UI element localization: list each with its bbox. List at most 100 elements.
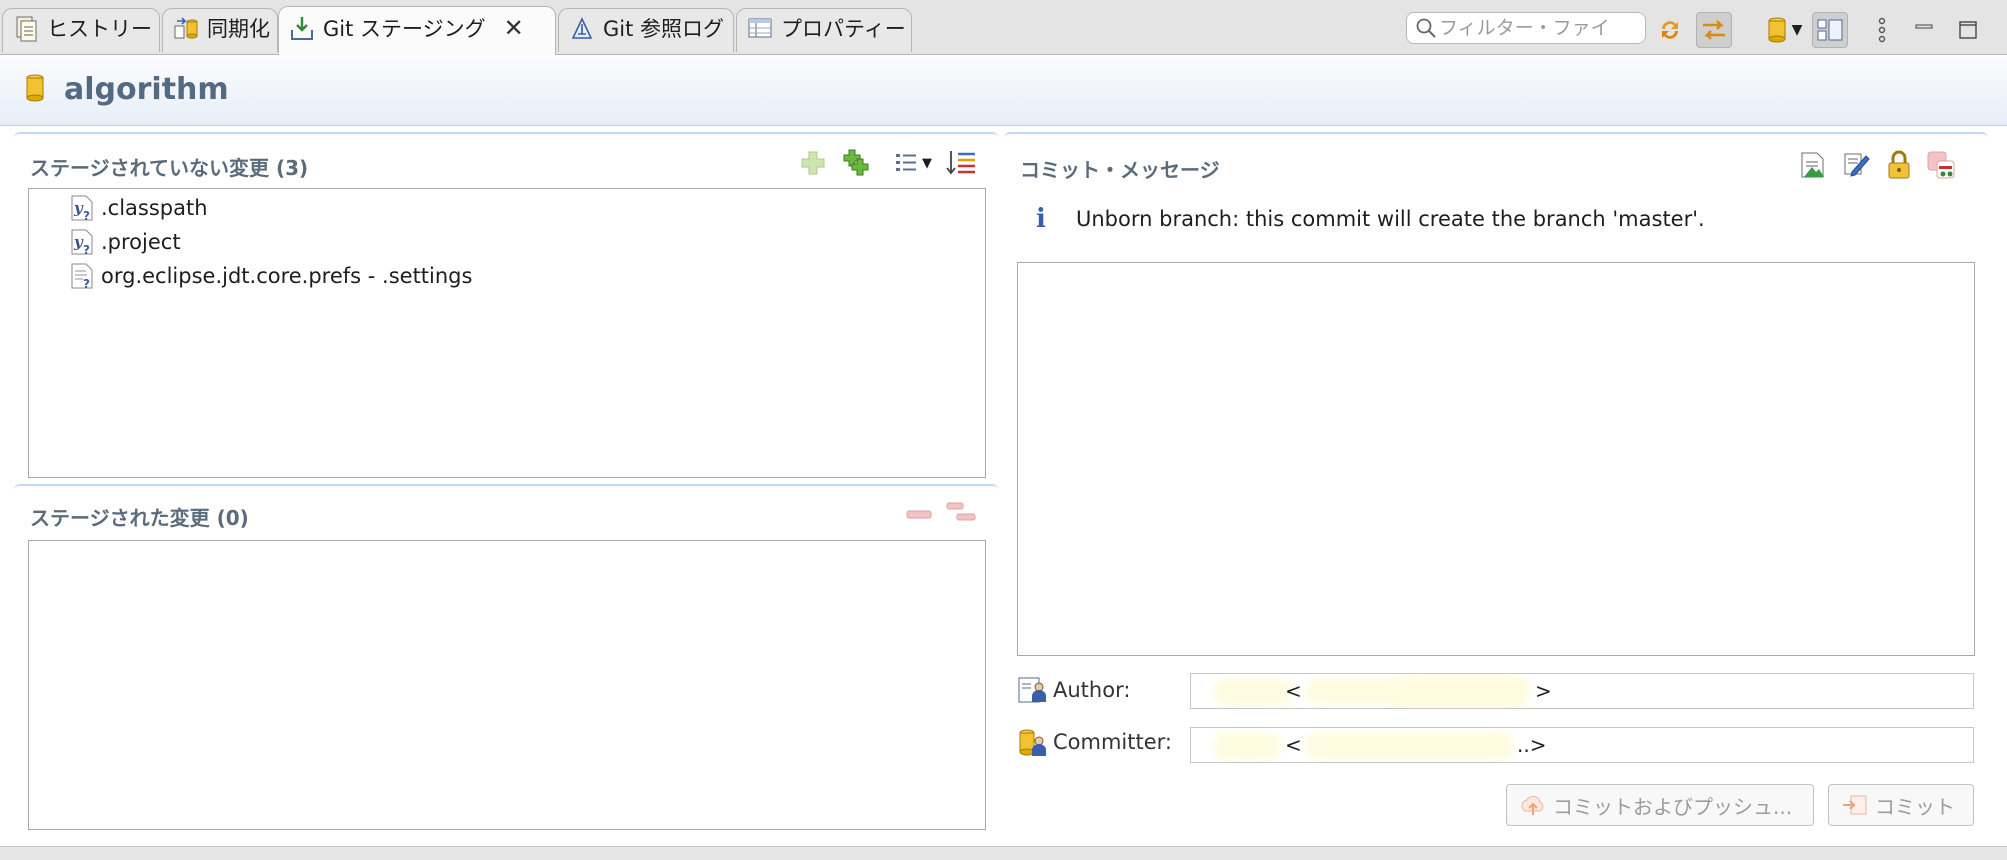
list-item[interactable]: y ? .project bbox=[69, 226, 181, 258]
signed-off-by-icon bbox=[1844, 153, 1870, 177]
svg-text:?: ? bbox=[83, 209, 90, 222]
add-all-icon bbox=[843, 149, 869, 176]
committer-field[interactable]: < ..> bbox=[1190, 727, 1974, 763]
tab-history[interactable]: ヒストリー bbox=[2, 8, 160, 52]
minimize-icon bbox=[1915, 24, 1933, 29]
message-history-icon bbox=[1801, 152, 1824, 178]
git-reflog-icon bbox=[571, 16, 593, 39]
commit-message-history-button[interactable] bbox=[1796, 148, 1830, 182]
committer-label: Committer: bbox=[1053, 730, 1172, 754]
filter-box[interactable] bbox=[1406, 12, 1646, 44]
view-menu-button[interactable] bbox=[1864, 12, 1900, 48]
repository-menu-button[interactable]: ▼ bbox=[1758, 12, 1810, 48]
sort-button[interactable] bbox=[944, 146, 978, 180]
link-with-selection-icon bbox=[1703, 20, 1725, 40]
more-options-icon bbox=[1878, 17, 1886, 43]
synchronize-icon bbox=[174, 16, 198, 38]
commit-and-push-label: コミットおよびプッシュ... bbox=[1553, 794, 1793, 819]
refresh-button[interactable] bbox=[1652, 12, 1688, 48]
author-lt: < bbox=[1285, 679, 1302, 703]
tab-git-reflog[interactable]: Git 参照ログ bbox=[558, 8, 734, 52]
maximize-icon bbox=[1959, 21, 1977, 39]
filter-input[interactable] bbox=[1437, 16, 1641, 40]
properties-icon bbox=[748, 18, 772, 37]
repository-name: algorithm bbox=[64, 72, 229, 107]
file-name: org.eclipse.jdt.core.prefs - .settings bbox=[101, 264, 473, 288]
commit-button[interactable]: コミット bbox=[1828, 784, 1974, 826]
remove-icon bbox=[906, 510, 932, 519]
committer-gt: ..> bbox=[1517, 733, 1547, 757]
file-name: .classpath bbox=[101, 196, 208, 220]
untracked-file-icon: ? bbox=[71, 263, 93, 290]
redacted-blur bbox=[1391, 674, 1531, 708]
stage-selected-button[interactable] bbox=[796, 146, 830, 180]
unstage-selected-button[interactable] bbox=[902, 498, 936, 532]
remove-all-icon bbox=[946, 502, 976, 521]
history-icon bbox=[16, 16, 37, 41]
unborn-branch-info: i Unborn branch: this commit will create… bbox=[1036, 204, 1705, 234]
redacted-blur bbox=[1213, 732, 1281, 760]
lock-icon bbox=[1888, 150, 1910, 179]
view-tab-bar: ヒストリー 同期化 Git ステージング ✕ Git 参照ログ プロパティー フ… bbox=[0, 0, 2007, 55]
committer-icon bbox=[1019, 729, 1046, 756]
tab-synchronize[interactable]: 同期化 bbox=[162, 8, 278, 52]
chevron-down-icon: ▼ bbox=[922, 155, 932, 171]
redacted-blur bbox=[1213, 678, 1293, 706]
commit-icon bbox=[1843, 795, 1867, 815]
untracked-file-icon: y ? bbox=[71, 229, 93, 256]
add-change-id-button[interactable] bbox=[1924, 148, 1958, 182]
author-field[interactable]: < > bbox=[1190, 673, 1974, 709]
unstage-all-button[interactable] bbox=[944, 496, 978, 530]
refresh-icon bbox=[1662, 21, 1678, 39]
link-with-selection-button[interactable] bbox=[1696, 12, 1732, 48]
add-icon bbox=[801, 151, 825, 175]
layout-icon bbox=[1817, 19, 1843, 41]
close-tab-icon[interactable]: ✕ bbox=[504, 14, 524, 42]
svg-text:?: ? bbox=[83, 243, 90, 256]
author-gt: > bbox=[1535, 679, 1552, 703]
sign-commit-button[interactable] bbox=[1882, 148, 1916, 182]
list-view-icon bbox=[896, 154, 916, 171]
tab-git-staging[interactable]: Git ステージング ✕ bbox=[278, 6, 556, 55]
repository-header: algorithm bbox=[0, 55, 2007, 126]
sort-icon bbox=[946, 151, 975, 175]
file-name: .project bbox=[101, 230, 181, 254]
staged-files-list[interactable] bbox=[28, 540, 986, 830]
tab-label: ヒストリー bbox=[47, 16, 152, 41]
minimize-button[interactable] bbox=[1906, 12, 1942, 48]
commit-message-input[interactable] bbox=[1017, 262, 1975, 656]
author-label: Author: bbox=[1053, 678, 1131, 702]
svg-text:?: ? bbox=[83, 277, 90, 290]
tab-label: Git 参照ログ bbox=[603, 16, 725, 41]
list-item[interactable]: y ? .classpath bbox=[69, 192, 208, 224]
info-message: Unborn branch: this commit will create t… bbox=[1076, 207, 1705, 231]
commit-and-push-button[interactable]: コミットおよびプッシュ... bbox=[1506, 784, 1814, 826]
tab-properties[interactable]: プロパティー bbox=[736, 8, 912, 52]
status-bar bbox=[0, 846, 2007, 860]
commit-message-title: コミット・メッセージ bbox=[1020, 158, 1220, 182]
presentation-menu-button[interactable]: ▼ bbox=[890, 146, 936, 180]
author-icon bbox=[1018, 677, 1046, 703]
eclipse-git-staging-view: ヒストリー 同期化 Git ステージング ✕ Git 参照ログ プロパティー フ… bbox=[0, 0, 2007, 860]
tab-label: Git ステージング bbox=[323, 17, 486, 41]
push-icon bbox=[1521, 795, 1544, 815]
committer-label-group: Committer: bbox=[1017, 727, 1172, 757]
commit-label: コミット bbox=[1875, 794, 1955, 819]
author-label-group: Author: bbox=[1017, 675, 1130, 705]
committer-lt: < bbox=[1285, 733, 1302, 757]
list-item[interactable]: ? org.eclipse.jdt.core.prefs - .settings bbox=[69, 260, 472, 292]
layout-toggle-button[interactable] bbox=[1812, 12, 1848, 48]
chevron-down-icon: ▼ bbox=[1791, 22, 1803, 38]
search-icon bbox=[1416, 18, 1436, 38]
unstaged-files-list[interactable]: y ? .classpath y ? .project ? org.eclips… bbox=[28, 188, 986, 478]
git-staging-icon bbox=[291, 17, 313, 40]
redacted-blur bbox=[1305, 732, 1515, 760]
stage-all-button[interactable] bbox=[840, 146, 874, 180]
staged-changes-title: ステージされた変更 (0) bbox=[30, 506, 249, 530]
repository-icon bbox=[26, 74, 44, 102]
unstaged-changes-title: ステージされていない変更 (3) bbox=[30, 156, 309, 180]
maximize-button[interactable] bbox=[1950, 12, 1986, 48]
add-signed-off-by-button[interactable] bbox=[1840, 148, 1874, 182]
repository-icon bbox=[1768, 17, 1786, 43]
change-id-icon bbox=[1927, 151, 1955, 179]
